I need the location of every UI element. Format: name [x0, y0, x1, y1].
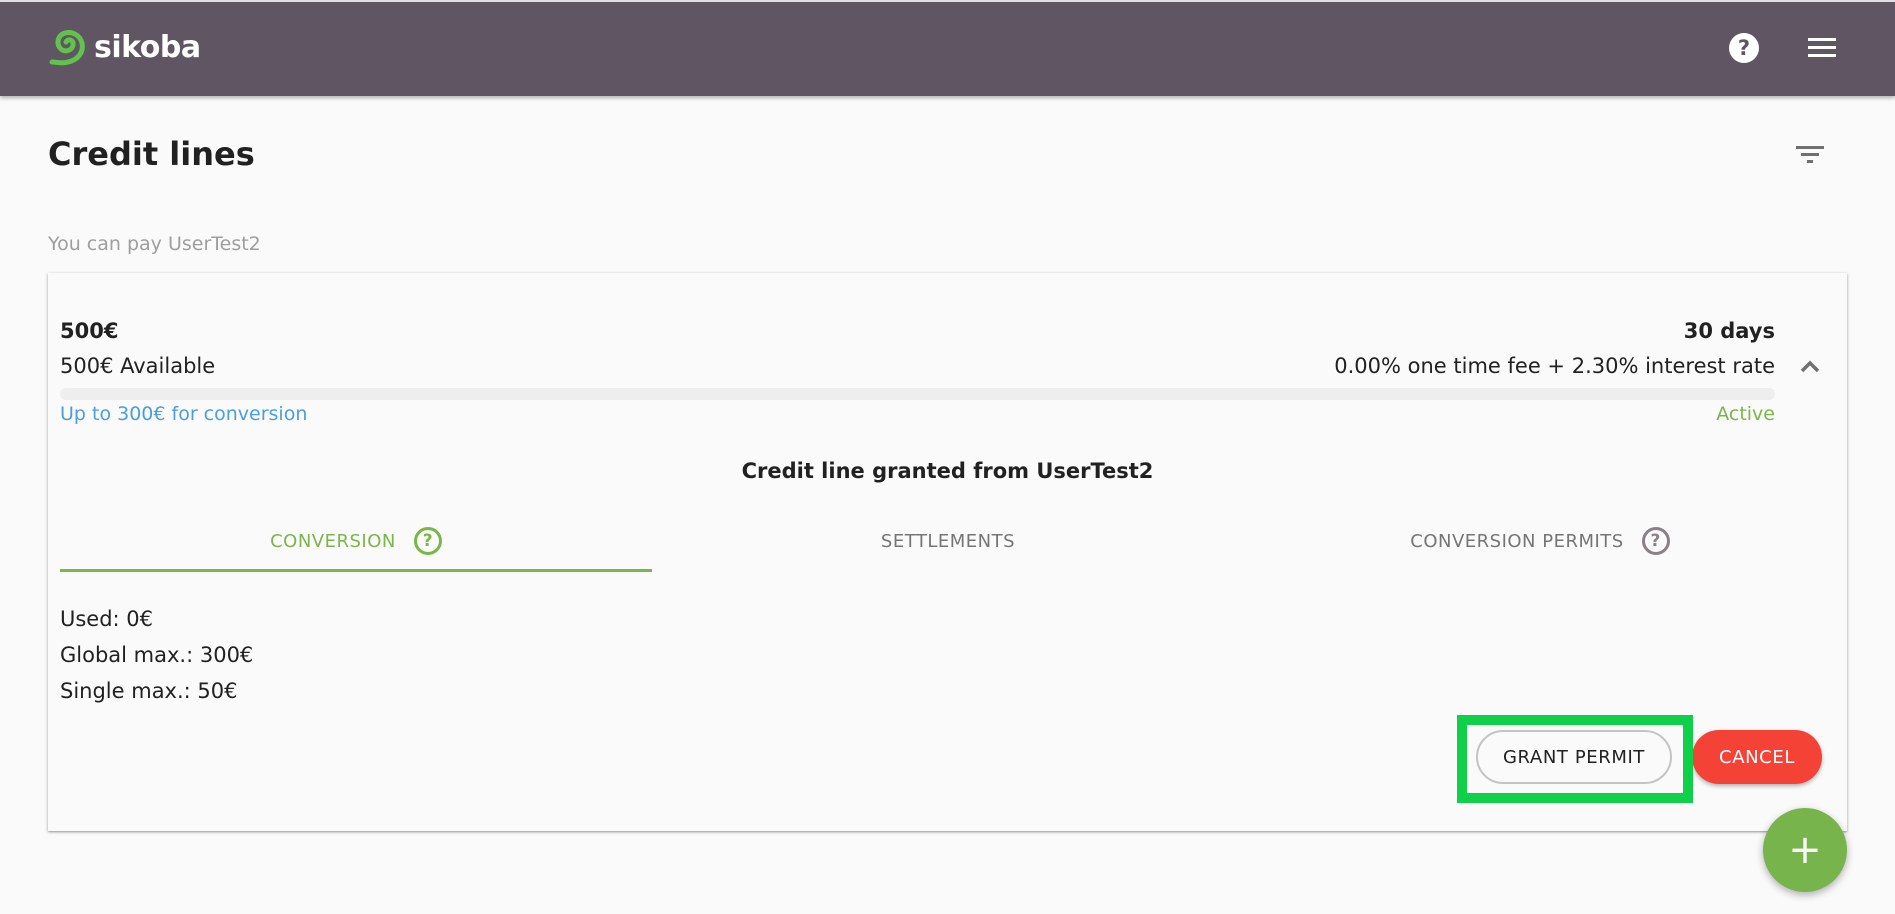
spiral-logo-icon	[49, 30, 85, 66]
brand-name: sikoba	[94, 30, 201, 65]
single-max-value: Single max.: 50€	[60, 679, 238, 703]
help-icon[interactable]: ?	[1729, 33, 1759, 63]
credit-line-card: 500€ 500€ Available 30 days 0.00% one ti…	[48, 273, 1847, 831]
help-circle-icon[interactable]: ?	[1641, 527, 1670, 555]
tab-bar: CONVERSION ? SETTLEMENTS CONVERSION PERM…	[60, 513, 1836, 573]
grant-permit-button[interactable]: GRANT PERMIT	[1476, 730, 1672, 784]
conversion-limit-link[interactable]: Up to 300€ for conversion	[60, 403, 307, 425]
tab-conversion[interactable]: CONVERSION ?	[60, 513, 652, 572]
credit-duration: 30 days	[1683, 319, 1775, 343]
hamburger-menu-icon[interactable]	[1808, 38, 1836, 58]
cancel-button[interactable]: CANCEL	[1692, 730, 1822, 784]
usage-progress-bar	[60, 388, 1775, 400]
brand-logo[interactable]: sikoba	[48, 28, 201, 68]
used-value: Used: 0€	[60, 607, 154, 631]
add-credit-line-button[interactable]: +	[1763, 808, 1847, 892]
available-amount: 500€ Available	[60, 354, 216, 378]
tab-label: SETTLEMENTS	[880, 530, 1016, 552]
app-header: sikoba ?	[0, 0, 1895, 96]
status-badge: Active	[1716, 403, 1775, 425]
page-title: Credit lines	[48, 135, 255, 173]
tab-label: CONVERSION PERMITS	[1410, 530, 1624, 552]
granted-title: Credit line granted from UserTest2	[741, 459, 1154, 483]
plus-icon: +	[1788, 827, 1822, 873]
credit-amount: 500€	[60, 319, 119, 343]
tab-label: CONVERSION	[270, 530, 396, 552]
credit-fees: 0.00% one time fee + 2.30% interest rate	[1334, 354, 1775, 378]
help-circle-icon[interactable]: ?	[413, 527, 442, 555]
window-top-border	[0, 0, 1895, 2]
tab-settlements[interactable]: SETTLEMENTS	[652, 513, 1244, 569]
filter-icon[interactable]	[1796, 146, 1826, 168]
chevron-up-icon[interactable]	[1796, 357, 1824, 377]
section-label: You can pay UserTest2	[48, 233, 261, 255]
conversion-stats: Used: 0€ Global max.: 300€ Single max.: …	[60, 601, 253, 709]
global-max-value: Global max.: 300€	[60, 643, 254, 667]
tab-conversion-permits[interactable]: CONVERSION PERMITS ?	[1244, 513, 1836, 569]
